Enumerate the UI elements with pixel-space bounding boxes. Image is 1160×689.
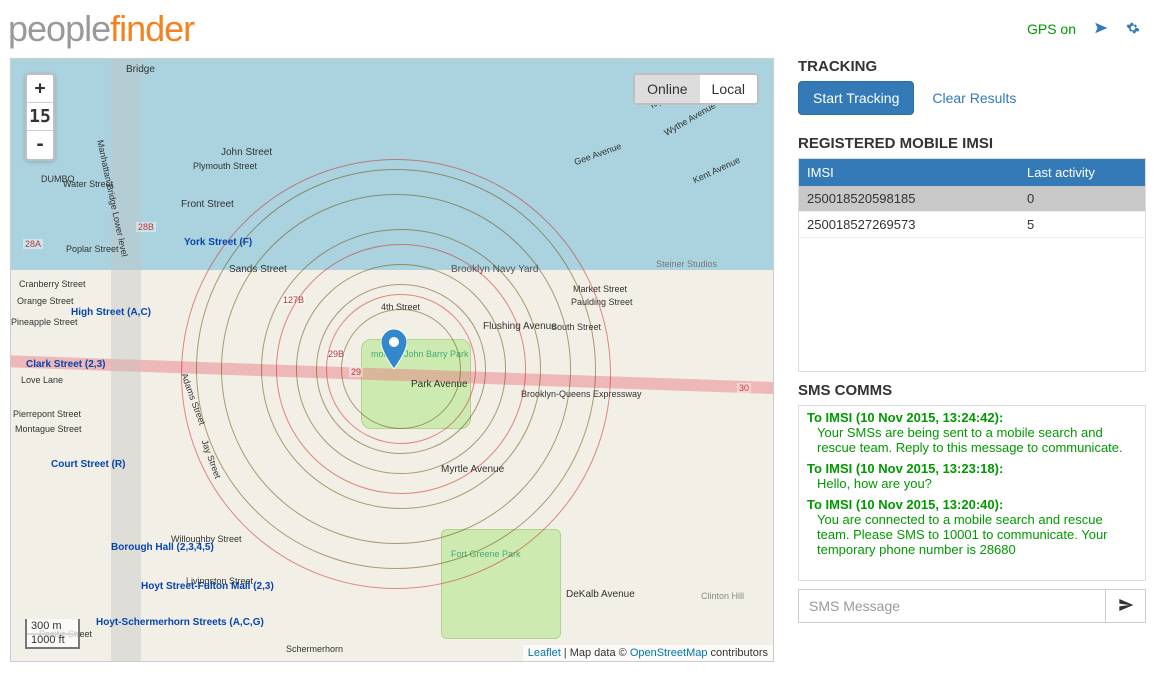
label-pineapple: Pineapple Street — [11, 317, 78, 327]
attrib-sep: | Map data © — [561, 647, 630, 659]
sms-head: To IMSI (10 Nov 2015, 13:23:18): — [807, 461, 1137, 476]
imsi-title: REGISTERED MOBILE IMSI — [798, 135, 1146, 152]
sub-court: Court Street (R) — [51, 459, 125, 470]
sub-hoyt: Hoyt Street-Fulton Mall (2,3) — [141, 581, 274, 592]
label-orange: Orange Street — [17, 296, 74, 306]
map[interactable]: Bridge Manhattan Bridge Lower level DUMB… — [10, 58, 774, 662]
sub-clark: Clark Street (2,3) — [26, 359, 105, 370]
table-row[interactable]: 2500185272695735 — [799, 212, 1145, 238]
zoom-control: + 15 - — [25, 73, 55, 161]
toggle-online[interactable]: Online — [635, 75, 699, 103]
sms-input[interactable] — [799, 590, 1105, 622]
label-front: Front Street — [181, 199, 234, 210]
label-love: Love Lane — [21, 375, 63, 385]
road-bridge — [111, 59, 141, 662]
sms-input-row — [798, 589, 1146, 623]
sms-message: To IMSI (10 Nov 2015, 13:23:18):Hello, h… — [807, 461, 1137, 491]
main: Bridge Manhattan Bridge Lower level DUMB… — [0, 58, 1160, 662]
sms-message: To IMSI (10 Nov 2015, 13:20:40):You are … — [807, 497, 1137, 557]
col-imsi: IMSI — [799, 159, 1019, 186]
col-activity: Last activity — [1019, 159, 1145, 186]
sms-log[interactable]: To IMSI (10 Nov 2015, 13:24:42):Your SMS… — [798, 405, 1146, 581]
map-scale: 300 m 1000 ft — [25, 619, 80, 647]
sms-head: To IMSI (10 Nov 2015, 13:24:42): — [807, 410, 1137, 425]
imsi-table-head: IMSI Last activity — [799, 159, 1145, 186]
label-pierrepont: Pierrepont Street — [13, 409, 81, 419]
cell-imsi: 250018520598185 — [799, 186, 1019, 211]
imsi-table-body: 25001852059818502500185272695735 — [799, 186, 1145, 370]
label-bridge: Bridge — [126, 64, 155, 75]
zoom-in-button[interactable]: + — [27, 75, 53, 103]
tracking-section: TRACKING Start Tracking Clear Results — [798, 58, 1146, 125]
cell-imsi: 250018527269573 — [799, 212, 1019, 237]
label-plymouth: Plymouth Street — [193, 161, 257, 171]
sms-message: To IMSI (10 Nov 2015, 13:24:42):Your SMS… — [807, 410, 1137, 455]
sms-body: Hello, how are you? — [807, 476, 1137, 491]
attrib-tail: contributors — [707, 647, 768, 659]
logo: peoplefinder — [8, 8, 194, 50]
sms-section: SMS COMMS To IMSI (10 Nov 2015, 13:24:42… — [798, 382, 1146, 623]
clear-results-link[interactable]: Clear Results — [932, 90, 1016, 106]
map-source-toggle: Online Local — [633, 73, 759, 105]
gear-icon[interactable] — [1126, 21, 1140, 38]
sms-head: To IMSI (10 Nov 2015, 13:20:40): — [807, 497, 1137, 512]
location-marker-icon[interactable] — [381, 329, 407, 369]
map-attribution: Leaflet | Map data © OpenStreetMap contr… — [523, 645, 773, 661]
logo-part1: people — [8, 8, 110, 49]
toggle-local[interactable]: Local — [700, 75, 757, 103]
tracking-title: TRACKING — [798, 58, 1146, 75]
table-row[interactable]: 2500185205981850 — [799, 186, 1145, 212]
label-dekalb: DeKalb Avenue — [566, 589, 635, 600]
sidebar: TRACKING Start Tracking Clear Results RE… — [798, 58, 1146, 662]
label-steiner: Steiner Studios — [656, 259, 717, 269]
label-schermerhorn: Schermerhorn — [286, 644, 343, 654]
cell-activity: 0 — [1019, 186, 1145, 211]
label-montague: Montague Street — [15, 424, 82, 434]
locate-icon[interactable] — [1094, 21, 1108, 38]
zoom-out-button[interactable]: - — [27, 131, 53, 159]
sms-title: SMS COMMS — [798, 382, 1146, 399]
sms-body: You are connected to a mobile search and… — [807, 512, 1137, 557]
sms-send-button[interactable] — [1105, 590, 1145, 622]
label-cranberry: Cranberry Street — [19, 279, 86, 289]
imsi-section: REGISTERED MOBILE IMSI IMSI Last activit… — [798, 135, 1146, 372]
start-tracking-button[interactable]: Start Tracking — [798, 81, 914, 115]
hwy-28b: 28B — [136, 222, 156, 232]
label-water: Water Street — [63, 179, 113, 189]
header: peoplefinder GPS on — [0, 0, 1160, 58]
zoom-level: 15 — [27, 103, 53, 131]
header-right: GPS on — [1027, 21, 1140, 38]
label-poplar: Poplar Street — [66, 244, 119, 254]
label-clinton: Clinton Hill — [701, 591, 744, 601]
attrib-leaflet-link[interactable]: Leaflet — [528, 647, 561, 659]
hwy-28a: 28A — [23, 239, 43, 249]
label-john: John Street — [221, 147, 272, 158]
gps-status: GPS on — [1027, 21, 1076, 37]
tracking-controls: Start Tracking Clear Results — [798, 81, 1146, 115]
logo-part2: finder — [110, 8, 194, 49]
cell-activity: 5 — [1019, 212, 1145, 237]
sms-body: Your SMSs are being sent to a mobile sea… — [807, 425, 1137, 455]
attrib-osm-link[interactable]: OpenStreetMap — [630, 647, 708, 659]
send-icon — [1118, 597, 1134, 616]
sub-hoytsch: Hoyt-Schermerhorn Streets (A,C,G) — [96, 617, 264, 628]
sub-high: High Street (A,C) — [71, 307, 151, 318]
scale-imperial: 1000 ft — [25, 633, 80, 649]
sub-borough: Borough Hall (2,3,4,5) — [111, 542, 214, 553]
imsi-table: IMSI Last activity 250018520598185025001… — [798, 158, 1146, 372]
hwy-30: 30 — [737, 383, 751, 393]
